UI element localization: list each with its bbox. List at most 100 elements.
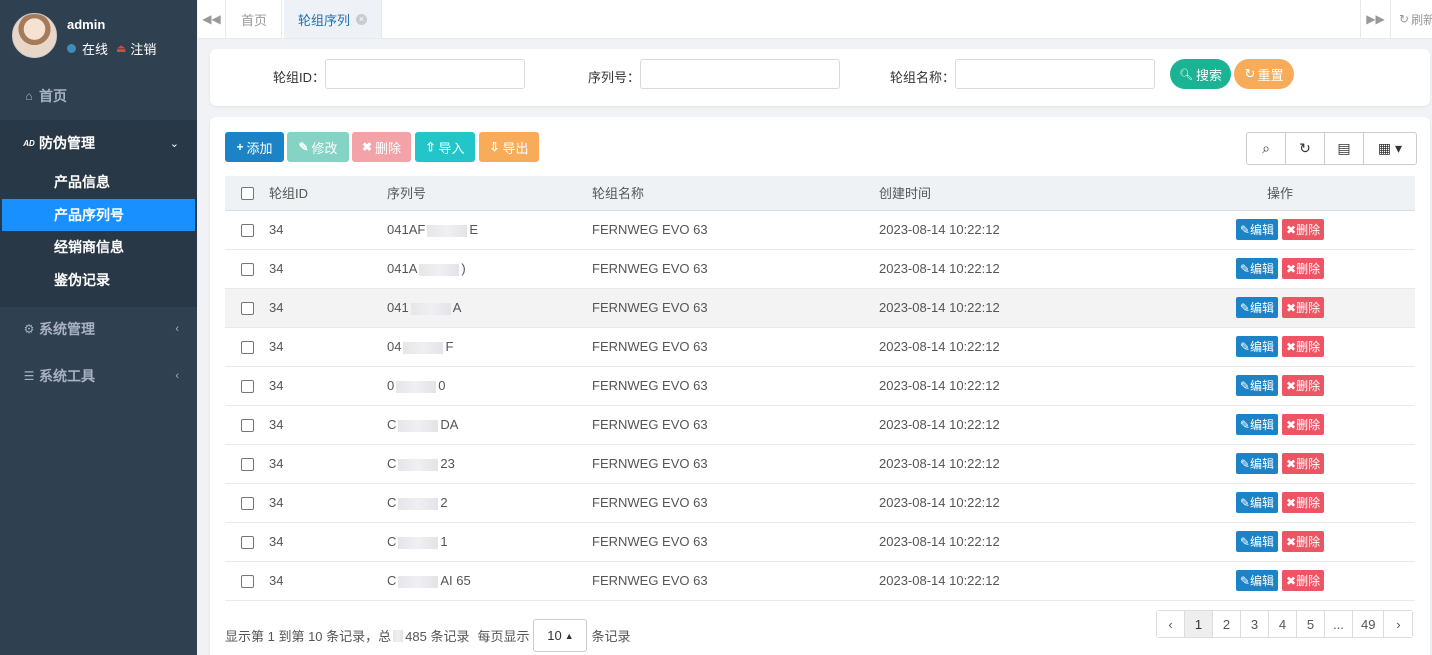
row-checkbox[interactable] — [240, 575, 254, 589]
row-checkbox[interactable] — [240, 263, 254, 277]
row-edit-label: 编辑 — [1249, 418, 1274, 432]
next-page-button[interactable]: › — [1384, 611, 1413, 637]
table-row[interactable]: 34 041 A FERNWEG EVO 63 2023-08-14 10:22:12 ✎… — [225, 288, 1415, 328]
row-checkbox[interactable] — [240, 536, 254, 550]
tab-home[interactable]: 首页 — [227, 0, 283, 38]
row-delete-button[interactable]: ✖ 删除 — [1282, 297, 1325, 318]
sidebar-subitem-product-serial[interactable]: 产品序列号 — [2, 199, 195, 231]
table-row[interactable]: 34 041A) FERNWEG EVO 63 2023-08-14 10:22:12… — [225, 249, 1415, 289]
prev-page-button[interactable]: ‹ — [1157, 611, 1185, 637]
row-edit-label: 编辑 — [1249, 574, 1274, 588]
sidebar-subitem-product-info[interactable]: 产品信息 — [2, 166, 195, 198]
import-button[interactable]: ⇧ 导入 — [415, 132, 475, 162]
row-edit-button[interactable]: ✎ 编辑 — [1235, 414, 1278, 435]
table-row[interactable]: 34 0 0 FERNWEG EVO 63 2023-08-14 10:22:12 ✎ 编辑… — [225, 366, 1415, 406]
sidebar-item-system[interactable]: ⚙ 系统管理 ‹ — [0, 306, 197, 352]
tab-wheel-serial[interactable]: 轮组序列 × — [284, 0, 383, 38]
logout-icon[interactable]: ⏏ — [116, 42, 126, 55]
row-edit-button[interactable]: ✎ 编辑 — [1235, 258, 1278, 279]
sidebar-subitem-verify-records[interactable]: 鉴伪记录 — [2, 264, 195, 296]
page-button[interactable]: 2 — [1213, 611, 1241, 637]
row-delete-button[interactable]: ✖ 删除 — [1282, 258, 1325, 279]
row-checkbox[interactable] — [240, 380, 254, 394]
row-delete-button[interactable]: ✖ 删除 — [1282, 453, 1325, 474]
page-button[interactable]: 3 — [1241, 611, 1269, 637]
row-edit-button[interactable]: ✎ 编辑 — [1235, 297, 1278, 318]
row-edit-button[interactable]: ✎ 编辑 — [1235, 375, 1278, 396]
select-all-checkbox[interactable] — [240, 187, 254, 201]
list-view-icon[interactable]: ▤ — [1325, 133, 1364, 164]
row-edit-button[interactable]: ✎ 编辑 — [1235, 219, 1278, 240]
row-checkbox[interactable] — [240, 497, 254, 511]
row-edit-button[interactable]: ✎ 编辑 — [1235, 531, 1278, 552]
sidebar-item-tools[interactable]: ☰ 系统工具 ‹ — [0, 353, 197, 399]
table-row[interactable]: 34 C 1 FERNWEG EVO 63 2023-08-14 10:22:12 ✎ 编辑… — [225, 522, 1415, 562]
row-delete-button[interactable]: ✖ 删除 — [1282, 492, 1325, 513]
search-button[interactable]: 🔍︎ 搜索 — [1170, 59, 1231, 89]
row-delete-button[interactable]: ✖ 删除 — [1282, 336, 1325, 357]
delete-button[interactable]: ✖ 删除 — [352, 132, 411, 162]
table-row[interactable]: 34 C AI 65 FERNWEG EVO 63 2023-08-14 10:22:1… — [225, 561, 1415, 601]
cell-actions: ✎ 编辑 ✖ 删除 — [1145, 366, 1415, 406]
serial-part: A — [452, 300, 462, 315]
col-header-group-name[interactable]: 轮组名称 — [592, 176, 879, 211]
sidebar-item-anticounterfeit[interactable]: AD 防伪管理 ⌄ — [0, 120, 197, 166]
page-button[interactable]: 5 — [1297, 611, 1325, 637]
row-delete-button[interactable]: ✖ 删除 — [1282, 414, 1325, 435]
export-button[interactable]: ⇩ 导出 — [479, 132, 539, 162]
row-delete-label: 删除 — [1296, 418, 1321, 432]
row-delete-button[interactable]: ✖ 删除 — [1282, 219, 1325, 240]
row-delete-button[interactable]: ✖ 删除 — [1282, 375, 1325, 396]
sidebar: admin 在线 ⏏ 注销 ⌂ 首页 AD 防伪管理 ⌄ 产品信息 产品序列号 … — [0, 0, 197, 655]
pagination: ‹ 1 2 3 4 5... 49 › — [1156, 610, 1414, 638]
table-row[interactable]: 34 C DA FERNWEG EVO 63 2023-08-14 10:22:12 ✎ 编… — [225, 405, 1415, 445]
serial-part: 1 — [440, 534, 448, 549]
row-edit-button[interactable]: ✎ 编辑 — [1235, 570, 1278, 591]
row-checkbox[interactable] — [240, 302, 254, 316]
page-button[interactable]: 1 — [1185, 611, 1213, 637]
serial-input[interactable] — [640, 59, 840, 89]
search-toggle-icon[interactable]: ⌕ — [1247, 133, 1286, 164]
table-row[interactable]: 34 C 23 FERNWEG EVO 63 2023-08-14 10:22:12 ✎ 编… — [225, 444, 1415, 484]
row-edit-button[interactable]: ✎ 编辑 — [1235, 492, 1278, 513]
group-id-input[interactable] — [325, 59, 525, 89]
row-delete-button[interactable]: ✖ 删除 — [1282, 570, 1325, 591]
columns-dropdown-icon[interactable]: ▦ ▾ — [1364, 133, 1416, 164]
page-button[interactable]: 4 — [1269, 611, 1297, 637]
times-icon: ✖ — [1286, 456, 1297, 471]
row-checkbox[interactable] — [240, 458, 254, 472]
table-row[interactable]: 34 C 2 FERNWEG EVO 63 2023-08-14 10:22:12 ✎ 编辑… — [225, 483, 1415, 523]
row-edit-button[interactable]: ✎ 编辑 — [1235, 336, 1278, 357]
row-delete-button[interactable]: ✖ 删除 — [1282, 531, 1325, 552]
col-header-serial[interactable]: 序列号 — [387, 176, 592, 211]
add-button[interactable]: + 添加 — [225, 132, 284, 162]
col-header-created[interactable]: 创建时间 — [879, 176, 1145, 211]
refresh-tab-button[interactable]: ↻ 刷新 — [1390, 0, 1432, 38]
tab-right-controls: ▶▶ ↻ 刷新 — [1360, 0, 1432, 38]
redacted-blur — [419, 263, 460, 276]
row-select-cell — [225, 288, 269, 328]
row-select-cell — [225, 561, 269, 601]
row-checkbox[interactable] — [240, 341, 254, 355]
tab-scroll-right-icon[interactable]: ▶▶ — [1360, 0, 1390, 38]
avatar[interactable] — [12, 13, 57, 58]
col-header-group-id[interactable]: 轮组ID — [269, 176, 387, 211]
cell-created: 2023-08-14 10:22:12 — [879, 288, 1145, 328]
reset-button[interactable]: ↻ 重置 — [1234, 59, 1294, 89]
logout-link[interactable]: 注销 — [130, 39, 156, 58]
table-row[interactable]: 34 04 F FERNWEG EVO 63 2023-08-14 10:22:12 ✎ 编… — [225, 327, 1415, 367]
table-row[interactable]: 34 041AF E FERNWEG EVO 63 2023-08-14 10:22:1… — [225, 210, 1415, 250]
refresh-icon[interactable]: ↻ — [1286, 133, 1325, 164]
sidebar-item-home[interactable]: ⌂ 首页 — [0, 73, 197, 119]
sidebar-subitem-dealer-info[interactable]: 经销商信息 — [2, 231, 195, 263]
edit-button[interactable]: ✎ 修改 — [287, 132, 349, 162]
tab-scroll-left-icon[interactable]: ◀◀ — [198, 0, 226, 38]
redacted-blur — [393, 629, 404, 642]
row-edit-button[interactable]: ✎ 编辑 — [1235, 453, 1278, 474]
row-checkbox[interactable] — [240, 224, 254, 238]
page-size-select[interactable]: 10 ▲ — [533, 619, 588, 652]
close-icon[interactable]: × — [356, 13, 368, 25]
group-name-input[interactable] — [955, 59, 1155, 89]
page-button[interactable]: 49 — [1353, 611, 1385, 637]
row-checkbox[interactable] — [240, 419, 254, 433]
